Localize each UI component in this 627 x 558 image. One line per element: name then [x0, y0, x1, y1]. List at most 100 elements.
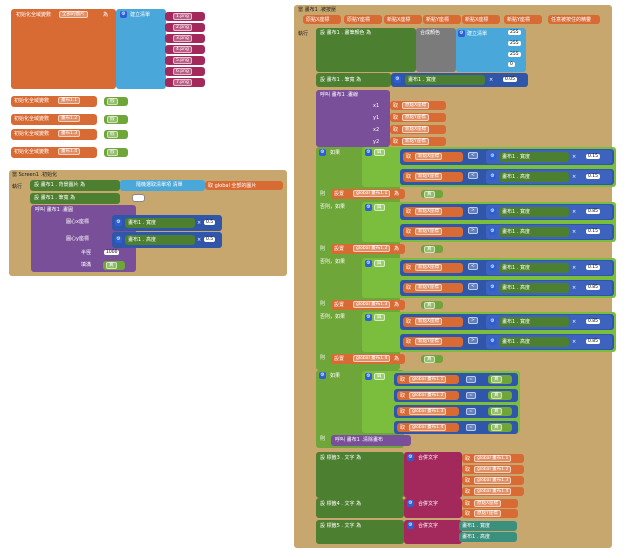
- multiply-block[interactable]: ⚙ 畫布1 . 寬度 × 0.15: [486, 150, 612, 164]
- draw-line-block[interactable]: 呼叫 畫布1 .畫線 x1 y1 x2 y2: [316, 90, 390, 147]
- threshold-value[interactable]: 0.85: [586, 339, 601, 344]
- get-global-block[interactable]: 取 global 畫布1.1: [462, 454, 524, 463]
- compare-op[interactable]: <: [468, 152, 478, 159]
- list-item-value[interactable]: 4.png: [173, 46, 192, 53]
- and-op[interactable]: 與: [374, 373, 385, 380]
- global-var-name[interactable]: 畫布1.4: [58, 148, 81, 155]
- global-var-dropdown[interactable]: global 畫布1.2: [474, 466, 512, 473]
- canvas-prop-getter[interactable]: 畫布1 . 高度: [499, 337, 569, 347]
- get-param-block[interactable]: 取原點Y座標: [390, 113, 446, 122]
- compare-op[interactable]: >: [468, 317, 478, 324]
- compare-op[interactable]: >: [468, 227, 478, 234]
- compare-op[interactable]: >: [468, 207, 478, 214]
- join-block-5[interactable]: ⚙ 合併文字: [404, 520, 462, 544]
- canvas-prop-getter[interactable]: 畫布1 . 寬度: [499, 317, 569, 327]
- global-var-dropdown[interactable]: global 畫布1.4: [474, 488, 512, 495]
- color-value-2[interactable]: 255: [508, 41, 521, 46]
- get-new-point-block[interactable]: 取新點X座標: [403, 317, 463, 327]
- multiply-block[interactable]: ⚙ 畫布1 . 高度 × 0.85: [486, 335, 612, 349]
- centerx-multiply-block[interactable]: ⚙ 畫布1 . 寬度 × 0.5: [112, 215, 222, 231]
- compare-op[interactable]: >: [468, 337, 478, 344]
- math-gear-icon[interactable]: ⚙: [394, 76, 401, 83]
- list-item-text-block[interactable]: 5.png: [165, 56, 205, 65]
- get-param-block[interactable]: 取新點Y座標: [390, 137, 446, 146]
- threshold-value[interactable]: 0.15: [586, 174, 601, 179]
- fill-true-block[interactable]: 真: [103, 261, 125, 270]
- canvas-prop-getter[interactable]: 畫布1 . 寬度: [499, 207, 569, 217]
- get-new-point-block[interactable]: 取新點X座標: [403, 152, 463, 162]
- color-value-3[interactable]: 255: [508, 52, 521, 57]
- global-var-name[interactable]: 畫布1.3: [58, 130, 81, 137]
- set-global-block[interactable]: 設置 global 畫布1.3 為: [331, 300, 405, 310]
- multiply-block[interactable]: ⚙ 畫布1 . 高度 × 0.85: [486, 281, 612, 295]
- create-list-block[interactable]: ⚙ 建立清單: [116, 9, 166, 89]
- param-dropdown[interactable]: 新點X座標: [415, 318, 443, 325]
- and-op[interactable]: 與: [374, 204, 385, 211]
- and-op[interactable]: 與: [374, 149, 385, 156]
- false-value-block[interactable]: 假: [104, 148, 128, 157]
- list-item-value[interactable]: 5.png: [173, 57, 192, 64]
- param-dropdown[interactable]: 原點X座標: [402, 102, 430, 109]
- global-var-dropdown[interactable]: global 畫布1.3: [474, 477, 512, 484]
- get-global-block[interactable]: 取 global 畫布1.4: [462, 487, 524, 496]
- false-value-block[interactable]: 假: [104, 115, 128, 124]
- param-dropdown[interactable]: 新點Y座標: [402, 138, 429, 145]
- join-block-3[interactable]: ⚙ 合併文字: [404, 452, 462, 498]
- global-var-name[interactable]: 畫布1.2: [58, 115, 81, 122]
- param-dropdown[interactable]: 新點Y座標: [415, 338, 442, 345]
- event-param-chip[interactable]: 原點X座標: [303, 15, 341, 24]
- math-gear-icon[interactable]: ⚙: [489, 318, 496, 325]
- gear-icon[interactable]: ⚙: [120, 11, 127, 18]
- init-global-var-block[interactable]: 初始化全域變數 畫布1.4: [11, 147, 97, 158]
- true-value-block[interactable]: 真: [421, 190, 443, 198]
- false-value[interactable]: 假: [107, 149, 118, 156]
- set-label5-block[interactable]: 設 標籤5 . 文字 為: [316, 520, 404, 544]
- math-gear-icon[interactable]: ⚙: [489, 228, 496, 235]
- canvas-height-getter[interactable]: 畫布1 . 高度: [125, 235, 195, 245]
- list-item-text-block[interactable]: 7.png: [165, 78, 205, 87]
- param-dropdown[interactable]: 新點X座標: [415, 208, 443, 215]
- make-color-block[interactable]: 合成顏色: [416, 28, 456, 72]
- get-param-block[interactable]: 取新點X座標: [390, 125, 446, 134]
- threshold-value[interactable]: 0.85: [586, 209, 601, 214]
- multiply-block[interactable]: ⚙ 畫布1 . 高度 × 0.15: [486, 225, 612, 239]
- get-new-point-block[interactable]: 取新點Y座標: [403, 337, 463, 347]
- event-param-chip[interactable]: 新點Y座標: [423, 15, 461, 24]
- true-value[interactable]: 真: [424, 356, 435, 363]
- if-gear-icon[interactable]: ⚙: [319, 149, 326, 156]
- math-gear-icon[interactable]: ⚙: [489, 338, 496, 345]
- math-gear-icon[interactable]: ⚙: [489, 173, 496, 180]
- equals-op[interactable]: =: [466, 408, 476, 415]
- true-value[interactable]: 真: [424, 191, 435, 198]
- init-global-list-block[interactable]: 初始化全域變數 全部的圖片 為: [11, 9, 116, 89]
- half-value[interactable]: 0.5: [204, 237, 216, 242]
- init-global-var-block[interactable]: 初始化全域變數 畫布1.1: [11, 96, 97, 107]
- join-gear-icon[interactable]: ⚙: [407, 454, 414, 461]
- canvas-prop-getter[interactable]: 畫布1 . 寬度: [499, 152, 569, 162]
- list-item-value[interactable]: 7.png: [173, 79, 192, 86]
- multiply-block[interactable]: ⚙ 畫布1 . 寬度 × 0.85: [486, 205, 612, 219]
- set-pen-width-block[interactable]: 設 畫布1 . 筆寬 為: [30, 193, 120, 204]
- param-dropdown[interactable]: 新點Y座標: [415, 284, 442, 291]
- event-param-chip[interactable]: 原點Y座標: [344, 15, 382, 24]
- if-gear-icon[interactable]: ⚙: [319, 372, 326, 379]
- false-value[interactable]: 假: [107, 116, 118, 123]
- canvas-width-getter[interactable]: 畫布1 . 寬度: [125, 218, 195, 228]
- threshold-value[interactable]: 0.85: [586, 319, 601, 324]
- true-value[interactable]: 真: [491, 376, 502, 383]
- get-global-block[interactable]: 取 global 畫布1.4: [397, 423, 459, 432]
- compare-block[interactable]: 取新點Y座標 < ⚙ 畫布1 . 高度 × 0.85: [400, 280, 614, 296]
- math-gear-icon[interactable]: ⚙: [489, 264, 496, 271]
- param-dropdown[interactable]: 新點Y座標: [415, 173, 442, 180]
- get-global-block[interactable]: 取 global 畫布1.2: [397, 391, 459, 400]
- list-item-text-block[interactable]: 2.png: [165, 23, 205, 32]
- equals-block[interactable]: 取 global 畫布1.4 = 真: [394, 421, 518, 434]
- join-gear-icon[interactable]: ⚙: [407, 500, 414, 507]
- math-gear-icon[interactable]: ⚙: [489, 153, 496, 160]
- list-item-text-block[interactable]: 4.png: [165, 45, 205, 54]
- list-item-text-block[interactable]: 1.png: [165, 12, 205, 21]
- equals-block[interactable]: 取 global 畫布1.2 = 真: [394, 389, 518, 402]
- global-var-name-field[interactable]: 全部的圖片: [59, 11, 88, 18]
- and-gear-icon[interactable]: ⚙: [365, 373, 372, 380]
- empty-socket[interactable]: [132, 194, 145, 202]
